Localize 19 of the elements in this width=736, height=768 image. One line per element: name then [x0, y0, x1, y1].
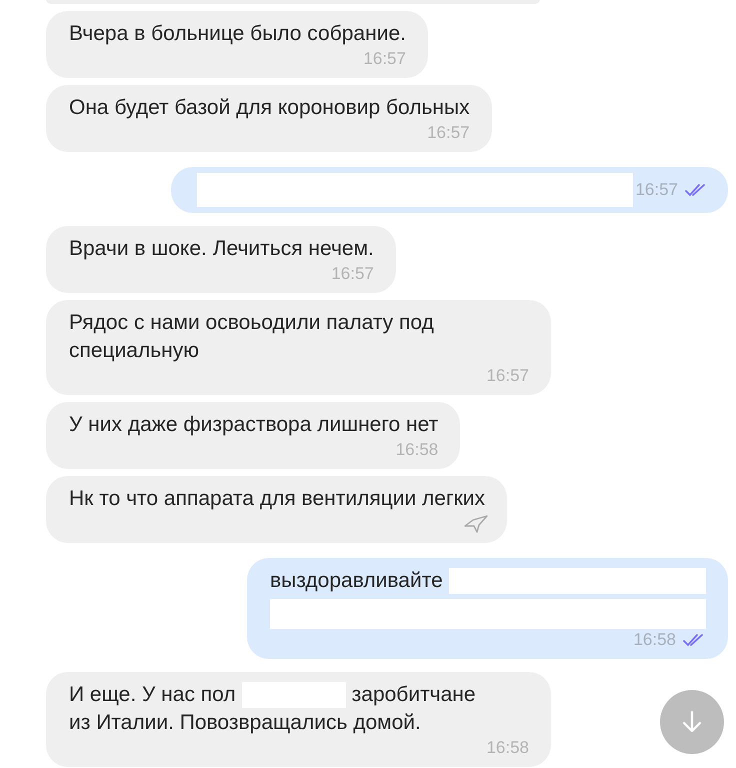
message-time: 16:58 [396, 440, 438, 460]
message-text: Она будет базой для короновир больных [69, 95, 470, 121]
message-time: 16:57 [363, 49, 406, 69]
message-text: заробитчане [352, 682, 476, 708]
message-text: Врачи в шоке. Лечиться нечем. [69, 236, 374, 262]
message-time: 16:57 [331, 264, 374, 284]
message-text: Рядос с нами освоьодили палату под специальную [69, 310, 435, 364]
message-time: 16:57 [486, 366, 529, 386]
message-text: из Италии. Повозвращались домой. [69, 710, 421, 736]
message-text: Вчера в больнице было собрание. [69, 21, 406, 47]
message-text: У них даже физраствора лишнего нет [69, 412, 438, 438]
message-time: 16:58 [486, 738, 529, 758]
message-text: выздоравливайте [270, 568, 443, 594]
message-time: 16:58 [633, 630, 676, 650]
message-text: И еще. У нас пол [69, 682, 236, 708]
message-time: 16:57 [635, 180, 678, 200]
share-icon[interactable] [463, 514, 490, 534]
message-text: Нк то что аппарата для вентиляции легких [69, 486, 486, 512]
message-time: 16:57 [427, 123, 470, 143]
